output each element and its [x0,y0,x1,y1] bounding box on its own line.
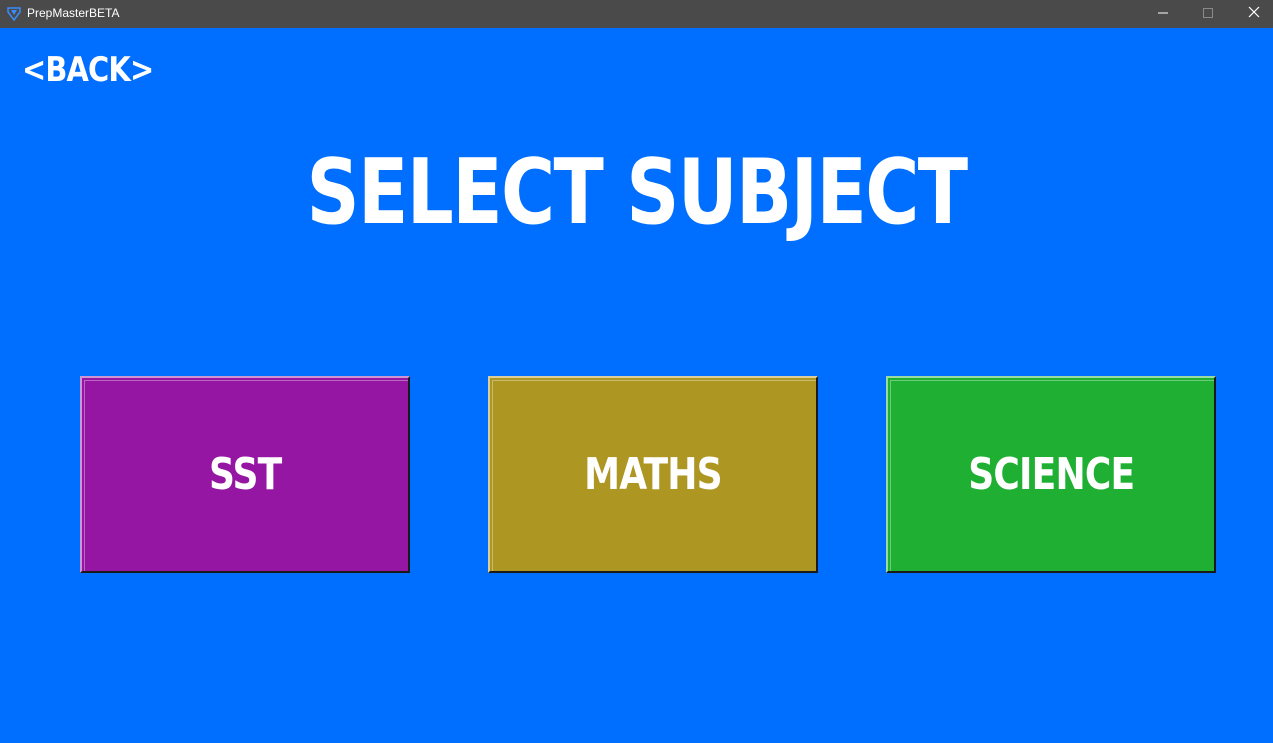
subject-label-maths: MATHS [584,449,723,500]
maximize-button[interactable] [1185,0,1231,28]
close-button[interactable] [1231,0,1273,28]
app-icon [6,6,22,22]
page-title: SELECT SUBJECT [306,140,969,245]
subject-button-sst[interactable]: SST [80,376,410,573]
subject-label-sst: SST [208,449,282,500]
subject-label-science: SCIENCE [967,449,1135,500]
minimize-button[interactable] [1140,0,1186,28]
subject-button-maths[interactable]: MATHS [488,376,818,573]
maximize-icon [1203,5,1213,23]
minimize-icon [1158,5,1168,23]
title-bar[interactable]: PrepMasterBETA [0,0,1273,28]
window-title: PrepMasterBETA [27,6,120,20]
close-icon [1248,5,1260,23]
app-window: PrepMasterBETA <BACK> SELECT SUBJECT SST [0,0,1273,743]
subject-button-science[interactable]: SCIENCE [886,376,1216,573]
back-button[interactable]: <BACK> [22,50,154,90]
